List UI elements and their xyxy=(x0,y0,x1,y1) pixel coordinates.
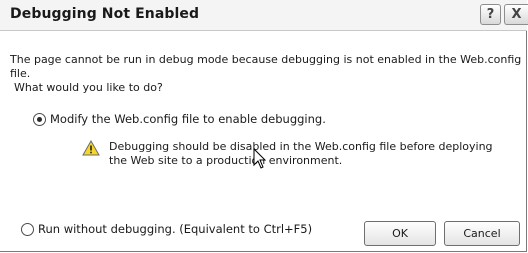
close-button[interactable]: X xyxy=(504,4,528,25)
radio-button-unchecked[interactable] xyxy=(21,222,34,236)
radio-run-without-debugging[interactable]: Run without debugging. (Equivalent to Ct… xyxy=(21,222,312,236)
warning-icon xyxy=(82,140,100,156)
debugging-not-enabled-dialog: Debugging Not Enabled ? X The page canno… xyxy=(0,0,528,252)
radio-label-run-without: Run without debugging. (Equivalent to Ct… xyxy=(38,222,313,236)
radio-modify-webconfig[interactable]: Modify the Web.config file to enable deb… xyxy=(33,112,326,126)
radio-button-checked[interactable] xyxy=(33,112,46,126)
help-button[interactable]: ? xyxy=(480,4,501,25)
help-icon: ? xyxy=(486,7,495,22)
cancel-button[interactable]: Cancel xyxy=(444,221,520,246)
close-icon: X xyxy=(511,7,522,22)
message-line-2: What would you like to do? xyxy=(14,81,163,94)
dialog-title: Debugging Not Enabled xyxy=(10,6,200,22)
message-text: The page cannot be run in debug mode bec… xyxy=(10,53,525,95)
mouse-cursor-icon xyxy=(253,148,267,169)
title-bar[interactable]: Debugging Not Enabled ? X xyxy=(0,0,528,31)
warning-text: Debugging should be disabled in the Web.… xyxy=(109,140,493,167)
message-line-1: The page cannot be run in debug mode bec… xyxy=(10,53,522,80)
radio-label-modify: Modify the Web.config file to enable deb… xyxy=(50,112,326,126)
ok-button[interactable]: OK xyxy=(364,221,436,246)
